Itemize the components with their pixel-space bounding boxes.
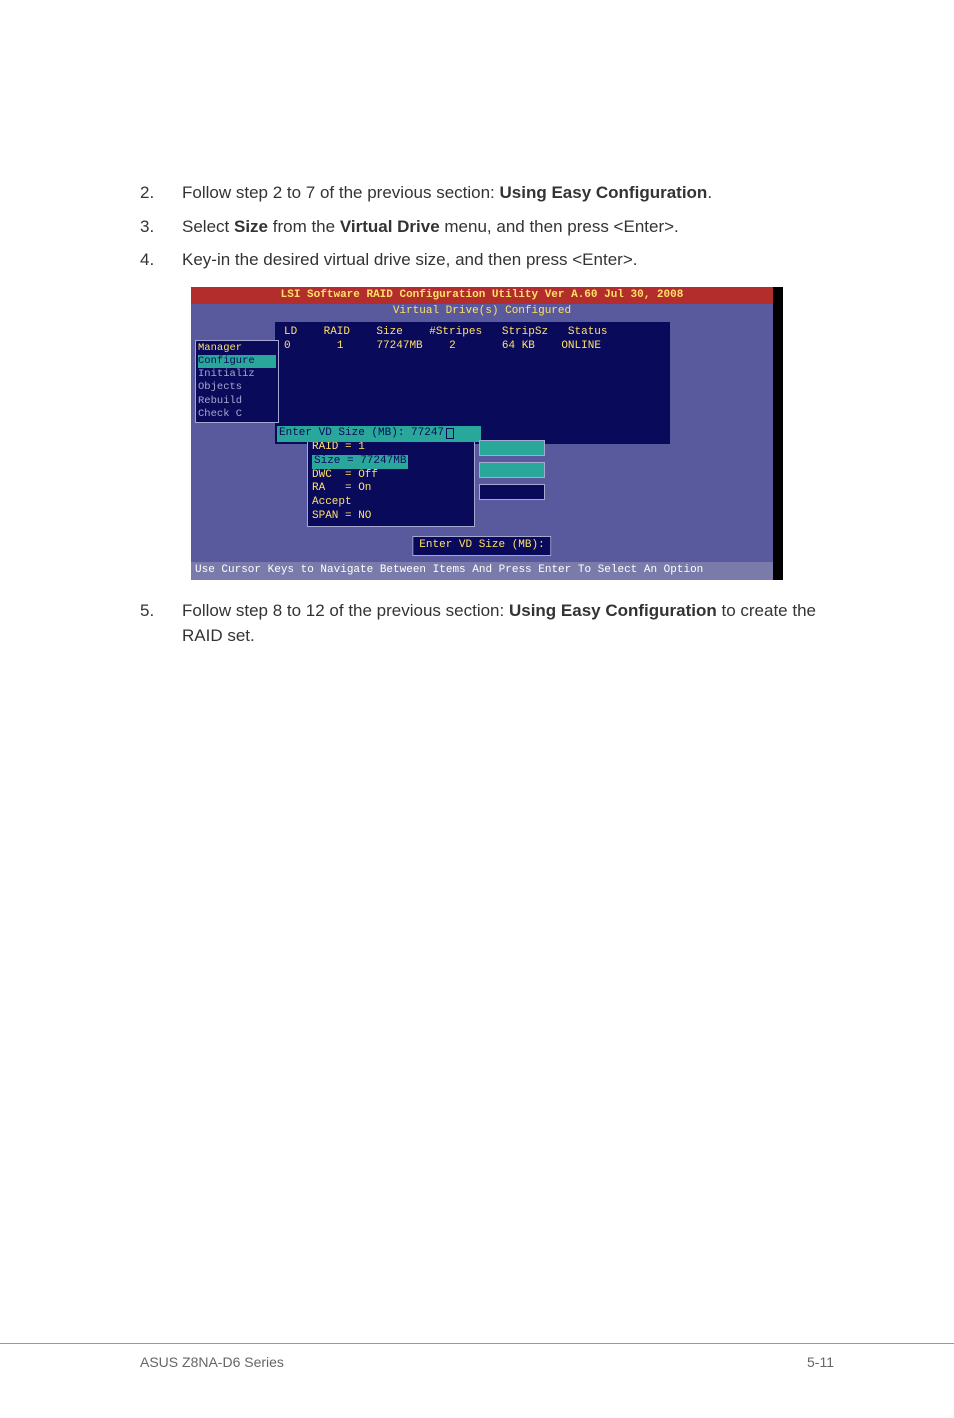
menu-check: Check C <box>198 408 276 421</box>
footer-page-number: 5-11 <box>807 1354 834 1370</box>
vd-table-header: LD RAID Size #Stripes StripSz Status <box>284 326 661 340</box>
bold-text: Virtual Drive <box>340 217 440 236</box>
step-number: 3. <box>140 214 182 240</box>
text-fragment: menu, and then press <Enter>. <box>440 217 679 236</box>
param-span: SPAN = NO <box>312 510 470 524</box>
menu-manager: Manager <box>198 342 276 355</box>
step-5: 5. Follow step 8 to 12 of the previous s… <box>140 598 834 649</box>
param-raid: RAID = 1 <box>312 441 470 455</box>
param-dwc: DWC = Off <box>312 469 470 483</box>
bios-help-bar: Use Cursor Keys to Navigate Between Item… <box>191 562 773 580</box>
page-footer: ASUS Z8NA-D6 Series 5-11 <box>0 1343 954 1370</box>
param-ra: RA = On <box>312 482 470 496</box>
step-2: 2. Follow step 2 to 7 of the previous se… <box>140 180 834 206</box>
graph-box <box>479 484 545 500</box>
text-fragment: Follow step 8 to 12 of the previous sect… <box>182 601 509 620</box>
step-list: 2. Follow step 2 to 7 of the previous se… <box>140 180 834 273</box>
vd-size-input: Enter VD Size (MB): 77247 <box>277 426 481 442</box>
input-text: Enter VD Size (MB): 77247 <box>279 427 444 441</box>
menu-initialize: Initializ <box>198 368 276 381</box>
col-stripes: #Stripes <box>429 326 482 338</box>
step-4: 4. Key-in the desired virtual drive size… <box>140 247 834 273</box>
val-raid: 1 <box>337 340 344 352</box>
parameter-panel: RAID = 1 Size = 77247MB DWC = Off RA = O… <box>307 438 475 527</box>
col-ld: LD <box>284 326 297 338</box>
val-ld: 0 <box>284 340 291 352</box>
col-size: Size <box>376 326 402 338</box>
text-fragment: Select <box>182 217 234 236</box>
step-number: 2. <box>140 180 182 206</box>
graph-box <box>479 440 545 456</box>
step-3: 3. Select Size from the Virtual Drive me… <box>140 214 834 240</box>
bios-screenshot: LSI Software RAID Configuration Utility … <box>191 287 783 580</box>
bold-text: Using Easy Configuration <box>500 183 708 202</box>
step-list-continued: 5. Follow step 8 to 12 of the previous s… <box>140 598 834 649</box>
cursor-icon <box>446 428 454 439</box>
text-fragment: Follow step 2 to 7 of the previous secti… <box>182 183 500 202</box>
step-number: 5. <box>140 598 182 649</box>
step-text: Key-in the desired virtual drive size, a… <box>182 247 834 273</box>
footer-product: ASUS Z8NA-D6 Series <box>140 1354 284 1370</box>
graph-box <box>479 462 545 478</box>
val-size: 77247MB <box>376 340 422 352</box>
text-fragment: . <box>707 183 712 202</box>
side-menu: Manager Configure Initializ Objects Rebu… <box>195 340 279 423</box>
bold-text: Size <box>234 217 268 236</box>
page-content: 2. Follow step 2 to 7 of the previous se… <box>0 0 954 649</box>
text-fragment: from the <box>268 217 340 236</box>
col-status: Status <box>568 326 608 338</box>
step-text: Follow step 8 to 12 of the previous sect… <box>182 598 834 649</box>
bios-title-bar: LSI Software RAID Configuration Utility … <box>191 287 773 305</box>
val-status: ONLINE <box>561 340 601 352</box>
col-raid: RAID <box>324 326 350 338</box>
param-size: Size = 77247MB <box>312 455 408 469</box>
menu-configure: Configure <box>198 355 276 368</box>
bold-text: Using Easy Configuration <box>509 601 717 620</box>
val-stripsz: 64 KB <box>502 340 535 352</box>
col-stripsz: StripSz <box>502 326 548 338</box>
step-number: 4. <box>140 247 182 273</box>
bios-subtitle: Virtual Drive(s) Configured <box>191 304 773 320</box>
step-text: Follow step 2 to 7 of the previous secti… <box>182 180 834 206</box>
param-accept: Accept <box>312 496 470 510</box>
graph-boxes <box>479 440 545 506</box>
bios-body: LD RAID Size #Stripes StripSz Status 0 1… <box>191 320 773 562</box>
val-stripes: 2 <box>449 340 456 352</box>
enter-vd-size-label: Enter VD Size (MB): <box>412 536 551 556</box>
menu-objects: Objects <box>198 381 276 394</box>
step-text: Select Size from the Virtual Drive menu,… <box>182 214 834 240</box>
vd-table-row: 0 1 77247MB 2 64 KB ONLINE <box>284 340 661 354</box>
menu-rebuild: Rebuild <box>198 395 276 408</box>
